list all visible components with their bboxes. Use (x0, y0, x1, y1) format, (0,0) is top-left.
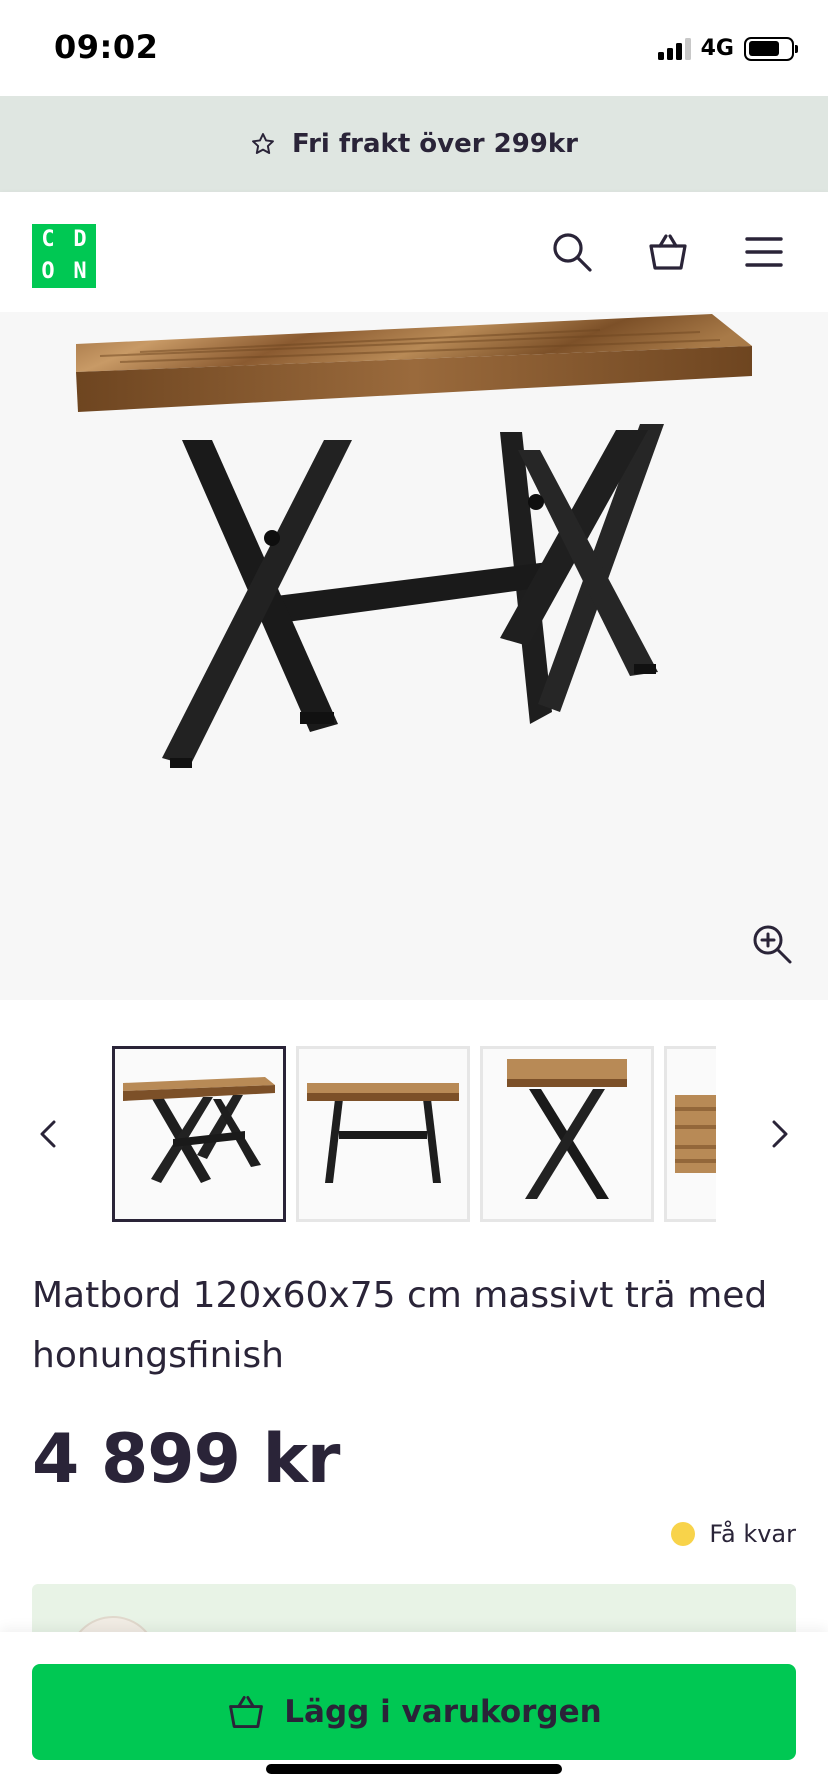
stock-status: Få kvar (671, 1520, 796, 1548)
thumbnail-item[interactable] (480, 1046, 654, 1222)
cdon-logo[interactable]: C D O N (32, 224, 96, 288)
thumbnail-item[interactable] (112, 1046, 286, 1222)
add-to-cart-label: Lägg i varukorgen (284, 1694, 602, 1730)
thumbnail-carousel (0, 1046, 828, 1224)
menu-icon[interactable] (742, 230, 786, 274)
table-side-thumbnail (507, 1059, 627, 1199)
status-bar: 09:02 4G (0, 0, 828, 96)
logo-letter: C (41, 227, 55, 252)
stock-indicator-dot (671, 1522, 696, 1546)
zoom-in-icon[interactable] (750, 922, 794, 966)
thumbnail-item[interactable] (296, 1046, 470, 1222)
site-header: C D O N (0, 192, 828, 312)
free-shipping-banner: Fri frakt över 299kr (0, 96, 828, 192)
banner-text: Fri frakt över 299kr (291, 129, 579, 159)
add-to-cart-button[interactable]: Lägg i varukorgen (32, 1664, 796, 1760)
stock-label: Få kvar (709, 1520, 796, 1548)
logo-letter: D (73, 227, 87, 252)
battery-icon (744, 36, 798, 61)
table-angled-thumbnail (123, 1077, 275, 1183)
status-time: 09:02 (54, 28, 159, 66)
product-image[interactable] (0, 312, 828, 1000)
basket-icon (229, 1696, 264, 1728)
home-indicator[interactable] (266, 1764, 562, 1774)
network-type: 4G (700, 36, 734, 61)
product-title: Matbord 120x60x75 cm massivt trä med hon… (32, 1275, 768, 1376)
chevron-left-icon[interactable] (28, 1110, 68, 1158)
search-icon[interactable] (550, 230, 594, 274)
basket-icon[interactable] (646, 230, 690, 274)
signal-strength-icon (657, 37, 691, 60)
product-price: 4 899 kr (32, 1420, 340, 1499)
chevron-right-icon[interactable] (760, 1110, 800, 1158)
status-indicators: 4G (657, 36, 798, 61)
table-illustration (76, 314, 752, 768)
logo-letter: N (73, 259, 87, 284)
star-outline-icon (252, 133, 274, 154)
thumbnail-strip (112, 1046, 716, 1224)
wood-texture-thumbnail (675, 1095, 716, 1173)
thumbnail-item[interactable] (664, 1046, 716, 1222)
logo-letter: O (41, 259, 55, 284)
table-front-thumbnail (307, 1083, 459, 1183)
